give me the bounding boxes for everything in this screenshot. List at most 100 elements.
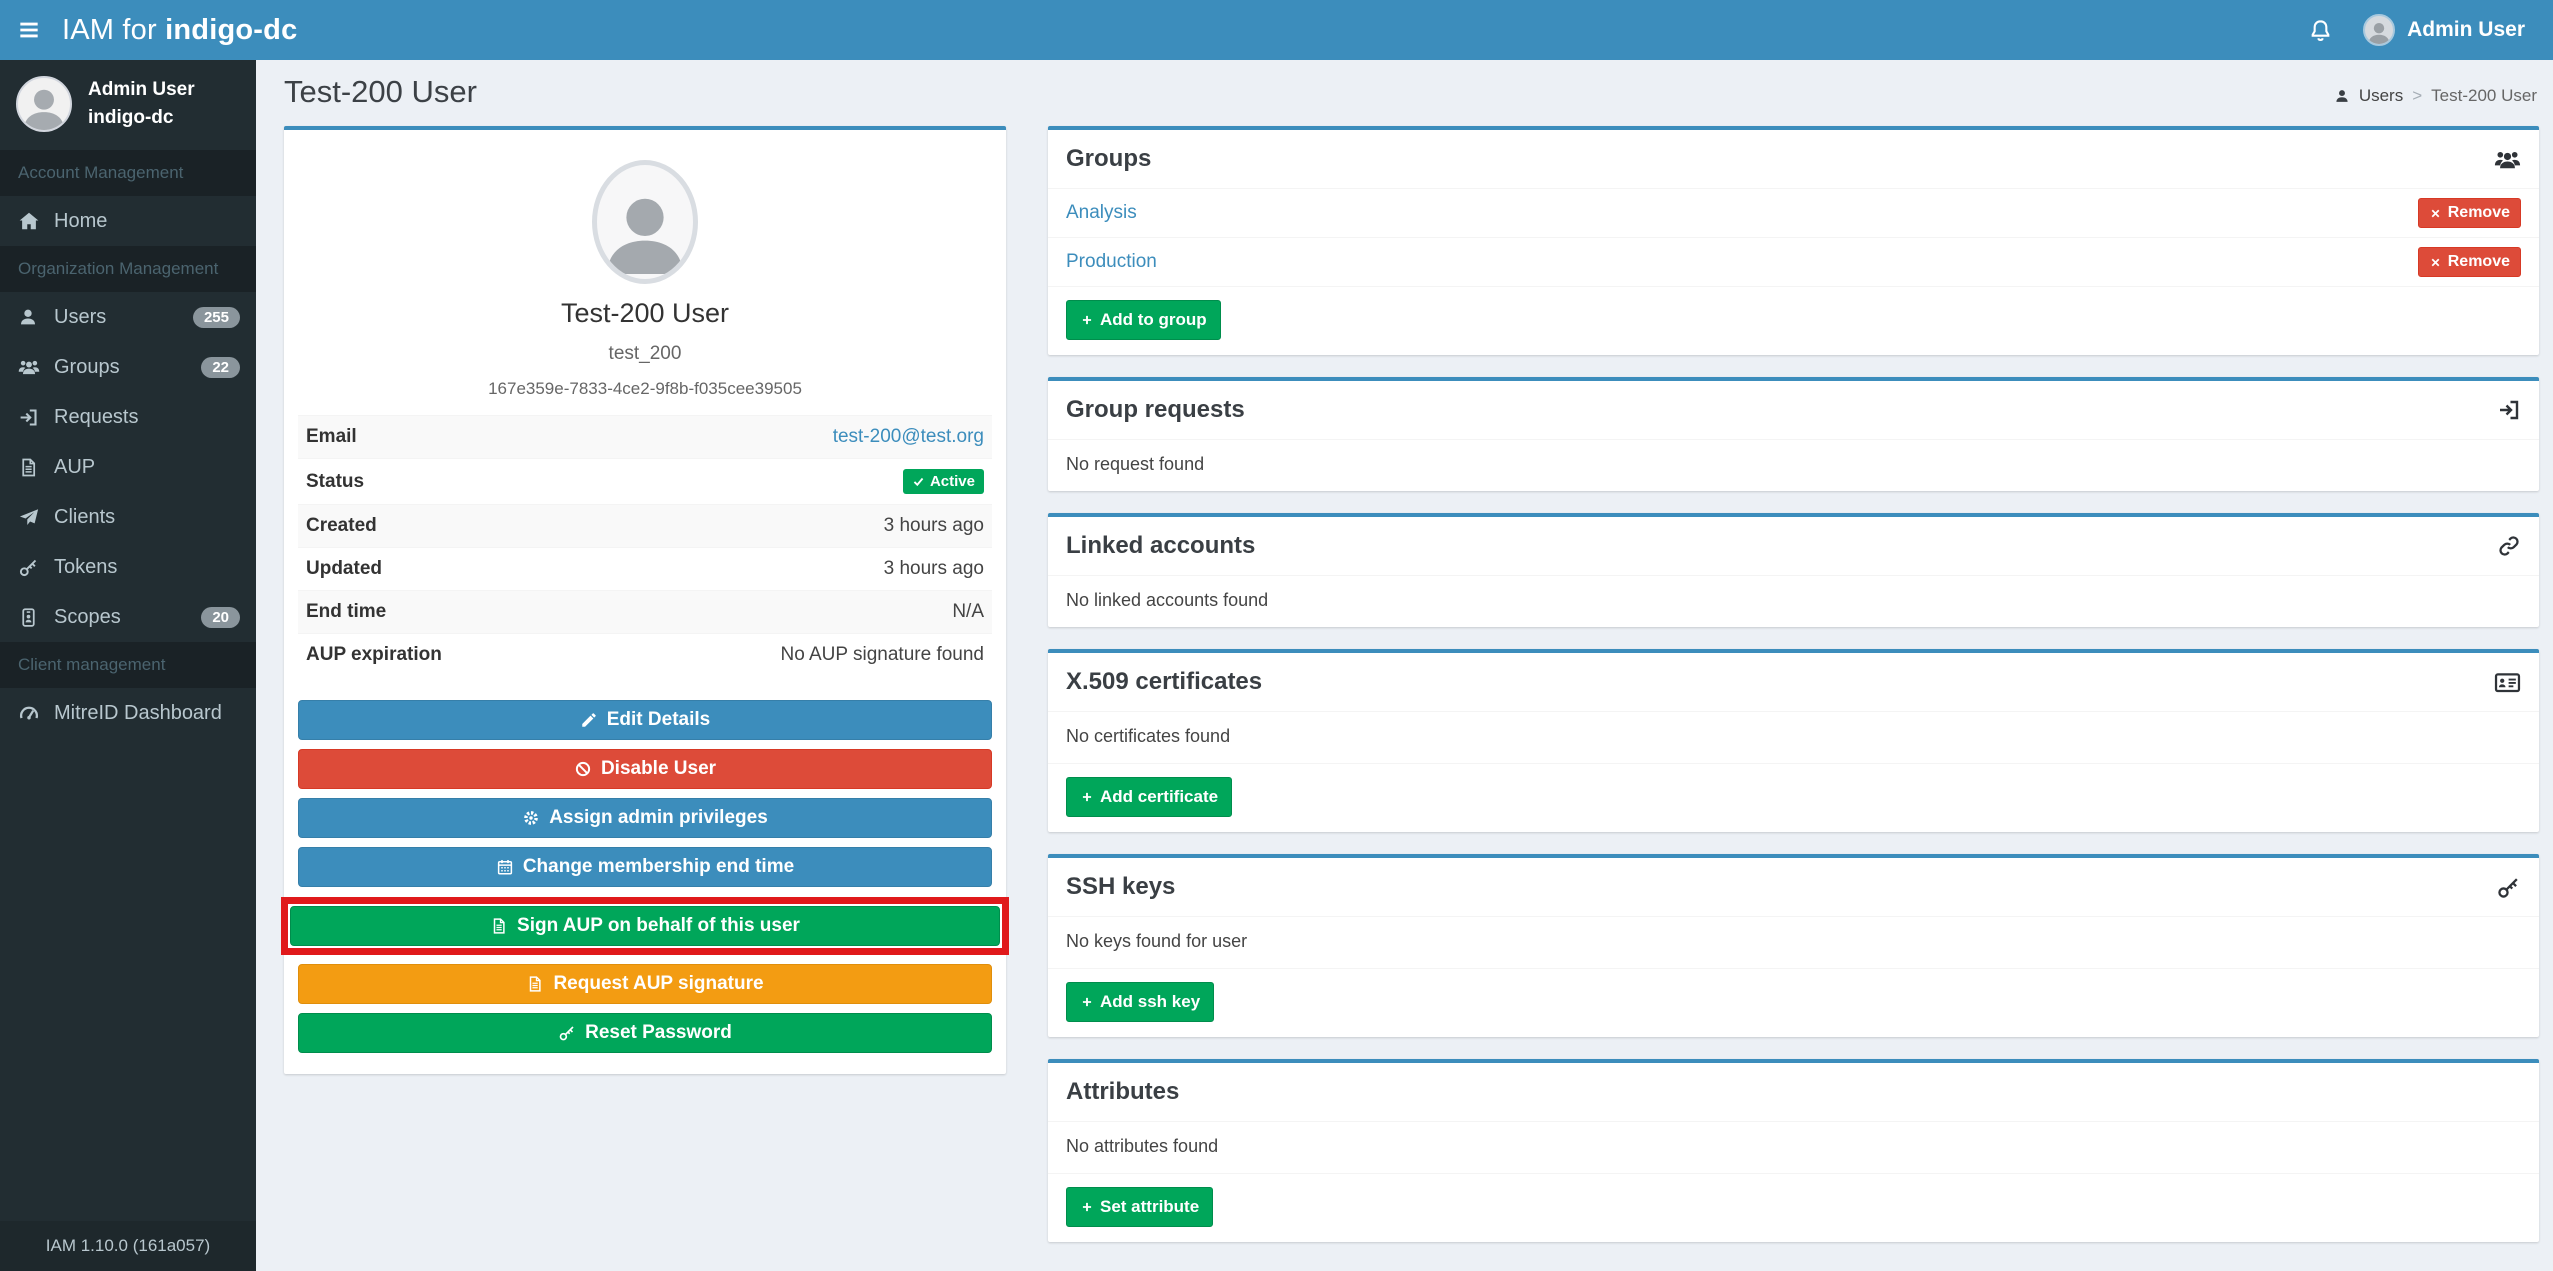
home-icon [18,210,40,232]
iam-version-footer: IAM 1.10.0 (161a057) [0,1221,256,1271]
sign-in-icon [2497,398,2521,422]
sidebar-item-groups[interactable]: Groups 22 [0,342,256,392]
table-row: AUP expiration No AUP signature found [298,634,992,677]
user-profile-card: Test-200 User test_200 167e359e-7833-4ce… [284,126,1006,1074]
ssh-keys-card: SSH keys No keys found for user Add ssh … [1048,854,2539,1037]
sidebar-item-label: Requests [54,406,139,429]
sidebar-item-tokens[interactable]: Tokens [0,542,256,592]
status-badge: Active [903,469,984,494]
sidebar-item-requests[interactable]: Requests [0,392,256,442]
empty-state-text: No linked accounts found [1048,575,2539,627]
profile-name: Test-200 User [298,298,992,329]
key-icon [18,557,39,578]
table-row: Updated 3 hours ago [298,548,992,591]
top-navbar: IAM for indigo-dc Admin User [0,0,2553,60]
button-label: Change membership end time [523,856,794,878]
remove-group-button[interactable]: Remove [2418,198,2521,228]
notifications-bell-icon[interactable] [2308,18,2333,43]
breadcrumb-current: Test-200 User [2431,86,2537,106]
sidebar-item-mitreid-dashboard[interactable]: MitreID Dashboard [0,688,256,738]
pencil-icon [580,711,598,729]
key-icon [2496,875,2521,900]
set-attribute-button[interactable]: Set attribute [1066,1187,1213,1227]
file-text-icon [526,975,544,993]
check-icon [912,475,925,488]
profile-uuid: 167e359e-7833-4ce2-9f8b-f035cee39505 [298,379,992,399]
groups-card: Groups Analysis Remove Production Remove [1048,126,2539,355]
key-icon [558,1024,576,1042]
sidebar-item-users[interactable]: Users 255 [0,292,256,342]
reset-password-button[interactable]: Reset Password [298,1013,992,1053]
group-link[interactable]: Analysis [1066,202,1137,224]
detail-label: End time [298,591,576,634]
app-title: IAM for indigo-dc [62,14,297,47]
table-row: End time N/A [298,591,992,634]
sidebar-toggle-button[interactable] [0,0,58,60]
table-row: Email test-200@test.org [298,416,992,459]
sidebar-item-home[interactable]: Home [0,196,256,246]
button-label: Remove [2448,253,2510,271]
add-certificate-button[interactable]: Add certificate [1066,777,1232,817]
detail-label: Updated [298,548,576,591]
empty-state-text: No certificates found [1048,711,2539,763]
add-to-group-button[interactable]: Add to group [1066,300,1221,340]
sidebar-item-label: MitreID Dashboard [54,702,222,725]
detail-label: Email [298,416,576,459]
request-aup-signature-button[interactable]: Request AUP signature [298,964,992,1004]
assign-admin-privileges-button[interactable]: Assign admin privileges [298,798,992,838]
card-title: Groups [1066,145,1151,173]
empty-state-text: No request found [1048,439,2539,491]
attributes-card: Attributes No attributes found Set attri… [1048,1059,2539,1242]
sidebar-user-name: Admin User [88,76,195,104]
group-requests-card: Group requests No request found [1048,377,2539,491]
sidebar-item-scopes[interactable]: Scopes 20 [0,592,256,642]
plus-icon [1080,995,1094,1009]
detail-label: Created [298,505,576,548]
sidebar: Admin User indigo-dc Account Management … [0,60,256,1271]
remove-group-button[interactable]: Remove [2418,247,2521,277]
profile-details-table: Email test-200@test.org Status Active [298,415,992,676]
edit-details-button[interactable]: Edit Details [298,700,992,740]
detail-value: 3 hours ago [576,548,992,591]
sidebar-item-aup[interactable]: AUP [0,442,256,492]
gauge-icon [18,702,40,724]
x509-certificates-card: X.509 certificates No certificates found… [1048,649,2539,832]
sign-aup-on-behalf-button[interactable]: Sign AUP on behalf of this user [290,906,1000,946]
sidebar-item-label: Clients [54,506,115,529]
button-label: Add to group [1100,310,1207,330]
change-membership-end-time-button[interactable]: Change membership end time [298,847,992,887]
detail-value: N/A [576,591,992,634]
breadcrumb-users-link[interactable]: Users [2359,86,2403,106]
menu-section-account-management: Account Management [0,150,256,196]
sidebar-user-panel: Admin User indigo-dc [0,60,256,150]
profile-actions: Edit Details Disable User Assign admin p… [298,700,992,1062]
card-title: Linked accounts [1066,532,1255,560]
button-label: Reset Password [585,1022,732,1044]
sidebar-item-clients[interactable]: Clients [0,492,256,542]
hamburger-icon [16,17,42,43]
add-ssh-key-button[interactable]: Add ssh key [1066,982,1214,1022]
plus-icon [1080,1200,1094,1214]
disable-user-button[interactable]: Disable User [298,749,992,789]
detail-value: 3 hours ago [576,505,992,548]
detail-label: Status [298,459,576,505]
table-row: Created 3 hours ago [298,505,992,548]
plus-icon [1080,313,1094,327]
button-label: Sign AUP on behalf of this user [517,915,800,937]
menu-section-client-management: Client management [0,642,256,688]
profile-avatar [592,160,698,284]
red-highlight-annotation: Sign AUP on behalf of this user [281,897,1009,955]
button-label: Add ssh key [1100,992,1200,1012]
users-icon [2494,146,2521,173]
card-title: Attributes [1066,1078,1179,1106]
email-link[interactable]: test-200@test.org [833,426,984,447]
id-card-icon [2494,669,2521,696]
sidebar-item-label: Scopes [54,606,121,629]
button-label: Set attribute [1100,1197,1199,1217]
sidebar-item-label: Tokens [54,556,117,579]
person-icon [602,183,688,279]
empty-state-text: No attributes found [1048,1121,2539,1173]
table-row: Status Active [298,459,992,505]
group-link[interactable]: Production [1066,251,1157,273]
user-menu[interactable]: Admin User [2363,14,2525,46]
